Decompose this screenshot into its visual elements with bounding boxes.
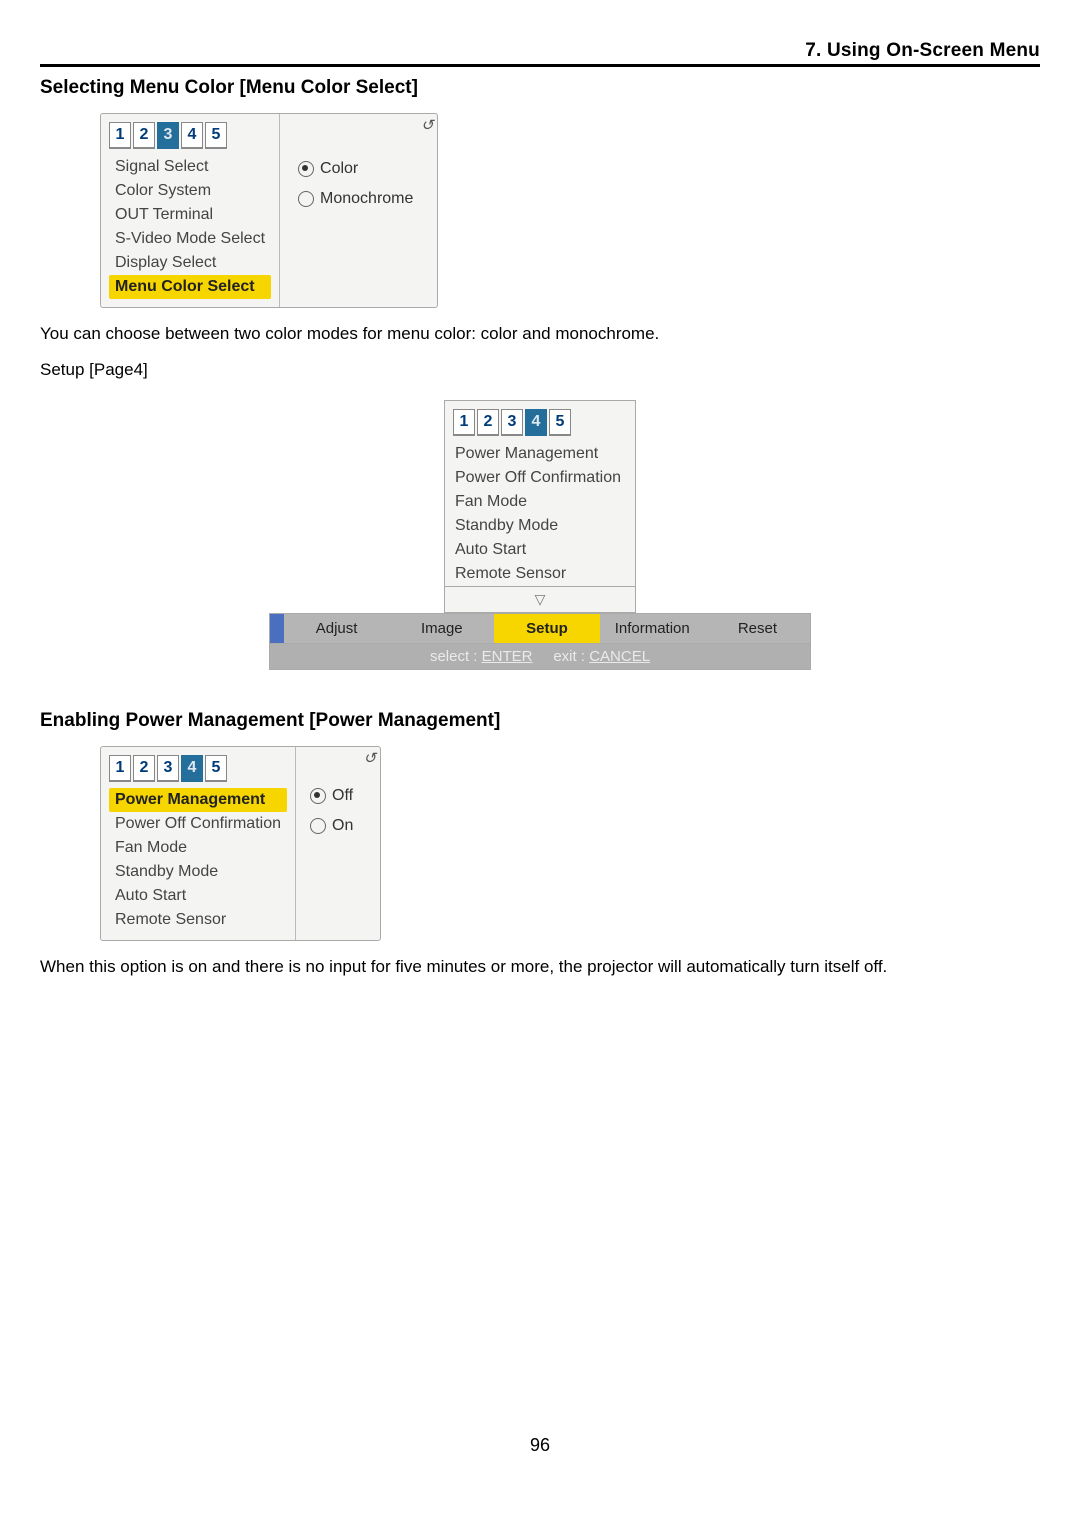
section-heading-1: Selecting Menu Color [Menu Color Select] (40, 77, 1040, 99)
menu-bar-strip (270, 614, 284, 643)
figure-setup-page4: 1 2 3 4 5 Power Management Power Off Con… (40, 400, 1040, 670)
setup-page-label: Setup [Page4] (40, 360, 1040, 380)
figure-power-management: ↺ 1 2 3 4 5 Power Management Power Off C… (100, 746, 1040, 941)
radio-monochrome[interactable]: Monochrome (294, 184, 417, 214)
menu-bar-image[interactable]: Image (389, 614, 494, 643)
page-number: 96 (0, 1435, 1080, 1456)
hint-select-label: select : (430, 648, 482, 665)
radio-color[interactable]: Color (294, 154, 417, 184)
tab2-4[interactable]: 4 (525, 409, 547, 436)
radio-selected-icon (298, 161, 314, 177)
menu-item-menu-color-select[interactable]: Menu Color Select (109, 275, 271, 299)
figure-menu-color-select: ↺ 1 2 3 4 5 Signal Select Color System O… (100, 113, 1040, 308)
menu-item-remote-sensor[interactable]: Remote Sensor (445, 562, 635, 586)
menu-bar-setup[interactable]: Setup (494, 614, 599, 643)
note-power-management: When this option is on and there is no i… (40, 957, 1040, 977)
radio-unselected-icon (310, 818, 326, 834)
menu-bar-information[interactable]: Information (600, 614, 705, 643)
tab3-3[interactable]: 3 (157, 755, 179, 782)
tab3-5[interactable]: 5 (205, 755, 227, 782)
tab-5[interactable]: 5 (205, 122, 227, 149)
radio-color-label: Color (320, 160, 358, 178)
tab2-2[interactable]: 2 (477, 409, 499, 436)
section-heading-2: Enabling Power Management [Power Managem… (40, 710, 1040, 732)
radio-off[interactable]: Off (306, 781, 366, 811)
menu-bar-adjust[interactable]: Adjust (284, 614, 389, 643)
tab2-1[interactable]: 1 (453, 409, 475, 436)
menu-item-power-off-confirmation[interactable]: Power Off Confirmation (109, 812, 287, 836)
tab-3[interactable]: 3 (157, 122, 179, 149)
tab-2[interactable]: 2 (133, 122, 155, 149)
redo-icon: ↺ (363, 749, 376, 767)
menu-item-power-off-confirmation[interactable]: Power Off Confirmation (445, 466, 635, 490)
main-menu-bar: Adjust Image Setup Information Reset (269, 613, 811, 644)
setup-tabs: 1 2 3 4 5 (109, 755, 287, 782)
menu-item-power-management[interactable]: Power Management (109, 788, 287, 812)
tab-4[interactable]: 4 (181, 122, 203, 149)
menu-item-fan-mode[interactable]: Fan Mode (109, 836, 287, 860)
tab3-2[interactable]: 2 (133, 755, 155, 782)
tab-1[interactable]: 1 (109, 122, 131, 149)
menu-item-display-select[interactable]: Display Select (109, 251, 271, 275)
tab2-3[interactable]: 3 (501, 409, 523, 436)
hint-bar: select : ENTER exit : CANCEL (269, 644, 811, 670)
tab3-1[interactable]: 1 (109, 755, 131, 782)
setup-tabs: 1 2 3 4 5 (109, 122, 271, 149)
menu-item-svideo-mode[interactable]: S-Video Mode Select (109, 227, 271, 251)
menu-item-color-system[interactable]: Color System (109, 179, 271, 203)
page: 7. Using On-Screen Menu Selecting Menu C… (0, 0, 1080, 1480)
menu-item-standby-mode[interactable]: Standby Mode (109, 860, 287, 884)
hint-exit-label: exit : (553, 648, 589, 665)
radio-unselected-icon (298, 191, 314, 207)
chapter-header: 7. Using On-Screen Menu (40, 40, 1040, 67)
menu-item-standby-mode[interactable]: Standby Mode (445, 514, 635, 538)
scroll-down-icon[interactable]: ▽ (444, 587, 636, 613)
tab2-5[interactable]: 5 (549, 409, 571, 436)
radio-on[interactable]: On (306, 811, 366, 841)
menu-item-remote-sensor[interactable]: Remote Sensor (109, 908, 287, 932)
radio-selected-icon (310, 788, 326, 804)
menu-item-out-terminal[interactable]: OUT Terminal (109, 203, 271, 227)
menu-item-auto-start[interactable]: Auto Start (445, 538, 635, 562)
tab3-4[interactable]: 4 (181, 755, 203, 782)
note-menu-color: You can choose between two color modes f… (40, 324, 1040, 344)
radio-monochrome-label: Monochrome (320, 190, 413, 208)
radio-off-label: Off (332, 787, 353, 805)
menu-item-auto-start[interactable]: Auto Start (109, 884, 287, 908)
menu-item-fan-mode[interactable]: Fan Mode (445, 490, 635, 514)
menu-item-signal-select[interactable]: Signal Select (109, 155, 271, 179)
hint-select-key: ENTER (482, 648, 533, 665)
radio-on-label: On (332, 817, 353, 835)
redo-icon: ↺ (421, 116, 434, 134)
hint-exit-key: CANCEL (589, 648, 650, 665)
menu-item-power-management[interactable]: Power Management (445, 442, 635, 466)
menu-bar-reset[interactable]: Reset (705, 614, 810, 643)
